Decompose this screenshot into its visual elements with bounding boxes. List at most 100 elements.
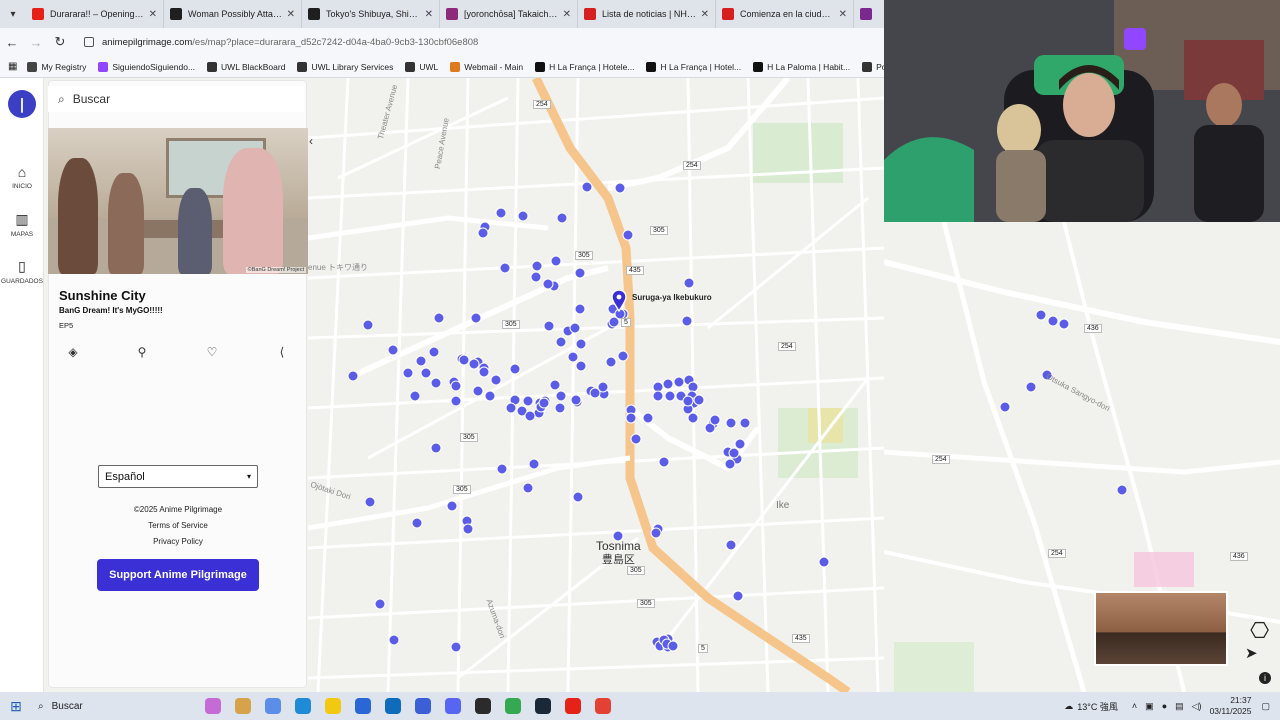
map-location-marker[interactable] <box>524 410 536 422</box>
map-location-marker[interactable] <box>420 367 432 379</box>
map-location-marker[interactable] <box>468 358 480 370</box>
map-location-marker[interactable] <box>538 397 550 409</box>
map-location-marker[interactable] <box>693 394 705 406</box>
map-location-marker[interactable] <box>642 412 654 424</box>
map-location-marker[interactable] <box>575 360 587 372</box>
map-location-marker[interactable] <box>496 463 508 475</box>
map-canvas[interactable]: Suruga-ya Ikebukuro Tosnima 豊島区 Theater … <box>308 78 884 692</box>
search-input[interactable]: ⌕ Buscar <box>48 86 304 112</box>
map-location-marker[interactable] <box>347 370 359 382</box>
map-location-marker[interactable] <box>549 379 561 391</box>
tab-close-icon[interactable]: ✕ <box>425 9 433 20</box>
tab-close-icon[interactable]: ✕ <box>287 9 295 20</box>
bookmark-item[interactable]: H La França | Hotele... <box>535 61 634 72</box>
map-location-marker[interactable] <box>681 315 693 327</box>
street-view-thumbnail[interactable] <box>1094 591 1228 666</box>
place-image[interactable]: ©BanG Dream! Project <box>48 128 308 274</box>
bookmark-item[interactable]: UWL BlackBoard <box>207 61 285 72</box>
map-location-marker[interactable] <box>388 634 400 646</box>
tab-close-icon[interactable]: ✕ <box>563 9 571 20</box>
map-location-marker[interactable] <box>462 523 474 535</box>
map-location-marker[interactable] <box>569 322 581 334</box>
map-location-marker[interactable] <box>550 255 562 267</box>
apps-grid-icon[interactable]: ▦ <box>8 61 17 72</box>
map-location-marker[interactable] <box>374 598 386 610</box>
tray-app-icon[interactable]: ▣ <box>1145 701 1154 712</box>
map-location-marker[interactable] <box>364 496 376 508</box>
map-location-marker[interactable] <box>555 390 567 402</box>
map-location-marker[interactable] <box>522 395 534 407</box>
map-location-marker[interactable] <box>683 277 695 289</box>
taskbar-app-icon[interactable] <box>468 695 498 717</box>
map-location-marker[interactable] <box>652 390 664 402</box>
heart-icon[interactable]: ♡ <box>202 342 222 362</box>
taskbar-app-icon[interactable] <box>228 695 258 717</box>
map-location-marker[interactable] <box>477 227 489 239</box>
map-location-marker[interactable] <box>450 395 462 407</box>
bookmark-item[interactable]: UWL Library Services <box>297 61 393 72</box>
map-location-marker[interactable] <box>472 385 484 397</box>
bookmark-item[interactable]: Webmail - Main <box>450 61 523 72</box>
weather-icon[interactable]: ☁ <box>1064 701 1073 712</box>
network-icon[interactable]: ▤ <box>1175 701 1184 712</box>
taskbar-app-icon[interactable] <box>408 695 438 717</box>
map-location-marker[interactable] <box>470 312 482 324</box>
info-icon[interactable]: i <box>1259 672 1271 684</box>
map-location-marker[interactable] <box>430 377 442 389</box>
map-location-marker[interactable] <box>614 182 626 194</box>
site-info-icon[interactable] <box>84 37 94 47</box>
map-location-marker[interactable] <box>531 260 543 272</box>
map-location-marker[interactable] <box>556 212 568 224</box>
map-location-marker[interactable] <box>484 390 496 402</box>
map-location-marker[interactable] <box>667 640 679 652</box>
map-location-marker[interactable] <box>522 482 534 494</box>
terms-link[interactable]: Terms of Service <box>48 521 308 530</box>
map-location-marker[interactable] <box>499 262 511 274</box>
browser-tab[interactable]: Lista de noticias | NHK W ✕ <box>578 0 716 28</box>
map-location-marker[interactable] <box>517 210 529 222</box>
taskbar-app-icon[interactable] <box>258 695 288 717</box>
map-location-marker[interactable] <box>728 447 740 459</box>
map-location-marker[interactable] <box>575 338 587 350</box>
location-pin-icon[interactable]: ⚲ <box>132 342 152 362</box>
street-view-icon[interactable]: ⎔ <box>1250 618 1269 644</box>
reload-icon[interactable]: ↻ <box>48 34 72 50</box>
map-location-marker[interactable] <box>555 336 567 348</box>
browser-tab[interactable]: Comienza en la ciudad de ✕ <box>716 0 854 28</box>
taskbar-app-icon[interactable] <box>348 695 378 717</box>
taskbar-app-icon[interactable] <box>588 695 618 717</box>
map-location-marker[interactable] <box>658 456 670 468</box>
tray-chevron-icon[interactable]: ˄ <box>1132 701 1137 711</box>
map-location-marker[interactable] <box>725 417 737 429</box>
map-location-marker[interactable] <box>430 442 442 454</box>
map-location-marker[interactable] <box>605 356 617 368</box>
map-location-marker[interactable] <box>709 414 721 426</box>
language-select[interactable]: Español ▾ <box>98 465 258 488</box>
forward-icon[interactable]: → <box>24 35 48 50</box>
browser-tab[interactable]: Tokyo's Shibuya, Shinjuku ✕ <box>302 0 440 28</box>
map-location-marker[interactable] <box>409 390 421 402</box>
browser-tab[interactable]: Woman Possibly Attacked ✕ <box>164 0 302 28</box>
map-location-marker[interactable] <box>574 303 586 315</box>
map-location-marker[interactable] <box>687 412 699 424</box>
browser-tab[interactable]: Durarara!! – Opening 1 (H ✕ <box>26 0 164 28</box>
browser-tab[interactable]: P <box>854 0 876 28</box>
map-location-marker[interactable] <box>581 181 593 193</box>
map-location-marker[interactable] <box>450 641 462 653</box>
rail-home[interactable]: ⌂ INICIO <box>0 164 44 190</box>
microphone-icon[interactable]: ● <box>1162 701 1167 711</box>
bookmark-item[interactable]: H La França | Hotel... <box>646 61 741 72</box>
taskbar-clock[interactable]: 21:37 03/11/2025 <box>1210 695 1252 717</box>
map-location-marker[interactable] <box>622 229 634 241</box>
map-location-marker[interactable] <box>818 556 830 568</box>
map-location-marker[interactable] <box>662 378 674 390</box>
map-location-marker[interactable] <box>387 344 399 356</box>
windows-start-icon[interactable]: ⊞ <box>0 698 32 715</box>
map-location-marker[interactable] <box>608 316 620 328</box>
map-location-marker[interactable] <box>682 395 694 407</box>
tab-close-icon[interactable]: ✕ <box>701 9 709 20</box>
map-location-marker[interactable] <box>570 394 582 406</box>
map-location-marker[interactable] <box>724 458 736 470</box>
bookmark-item[interactable]: My Registry <box>27 61 86 72</box>
map-location-marker[interactable] <box>589 387 601 399</box>
